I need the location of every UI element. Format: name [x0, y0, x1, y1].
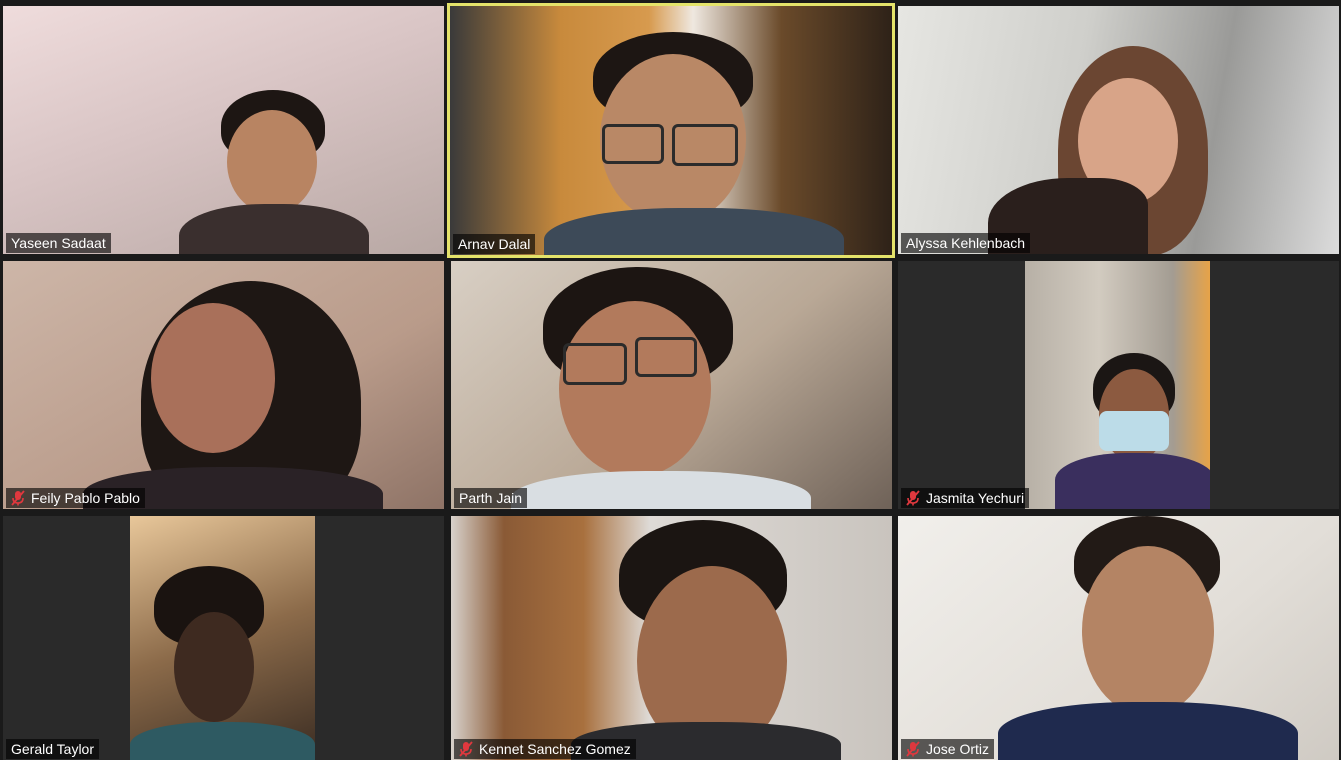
participant-name: Arnav Dalal	[458, 236, 531, 252]
microphone-muted-icon	[11, 490, 25, 506]
participant-nameplate: Alyssa Kehlenbach	[901, 233, 1031, 253]
participant-nameplate: Kennet Sanchez Gomez	[454, 739, 636, 759]
microphone-muted-icon	[906, 741, 920, 757]
participant-video	[898, 516, 1339, 760]
video-tile[interactable]: Gerald Taylor	[3, 516, 444, 760]
participant-nameplate: Yaseen Sadaat	[6, 233, 111, 253]
participant-name: Parth Jain	[459, 490, 523, 506]
participant-name: Yaseen Sadaat	[11, 235, 106, 251]
video-tile[interactable]: Jasmita Yechuri	[898, 261, 1339, 509]
participant-nameplate: Jasmita Yechuri	[901, 488, 1030, 508]
participant-video	[450, 6, 892, 255]
participant-video	[451, 261, 892, 509]
participant-name: Jose Ortiz	[926, 741, 990, 757]
participant-nameplate: Jose Ortiz	[901, 739, 995, 759]
participant-nameplate: Arnav Dalal	[453, 234, 536, 254]
participant-video	[1025, 261, 1210, 509]
video-tile[interactable]: Yaseen Sadaat	[3, 6, 444, 254]
participant-name: Gerald Taylor	[11, 741, 95, 757]
microphone-muted-icon	[906, 490, 920, 506]
video-tile[interactable]: Jose Ortiz	[898, 516, 1339, 760]
microphone-muted-icon	[459, 741, 473, 757]
participant-name: Alyssa Kehlenbach	[906, 235, 1026, 251]
participant-video	[3, 6, 444, 254]
video-tile-active-speaker[interactable]: Arnav Dalal	[447, 3, 895, 258]
video-tile[interactable]: Feily Pablo Pablo	[3, 261, 444, 509]
video-tile[interactable]: Parth Jain	[451, 261, 892, 509]
participant-name: Kennet Sanchez Gomez	[479, 741, 631, 757]
participant-video	[3, 261, 444, 509]
participant-video	[451, 516, 892, 760]
video-tile[interactable]: Kennet Sanchez Gomez	[451, 516, 892, 760]
participant-nameplate: Parth Jain	[454, 488, 528, 508]
participant-video	[130, 516, 315, 760]
participant-name: Feily Pablo Pablo	[31, 490, 140, 506]
video-tile[interactable]: Alyssa Kehlenbach	[898, 6, 1339, 254]
gallery-view: Yaseen Sadaat Arnav Dalal Alyssa Kehlenb…	[0, 0, 1341, 760]
participant-name: Jasmita Yechuri	[926, 490, 1025, 506]
participant-nameplate: Gerald Taylor	[6, 739, 100, 759]
participant-nameplate: Feily Pablo Pablo	[6, 488, 145, 508]
participant-video	[898, 6, 1339, 254]
